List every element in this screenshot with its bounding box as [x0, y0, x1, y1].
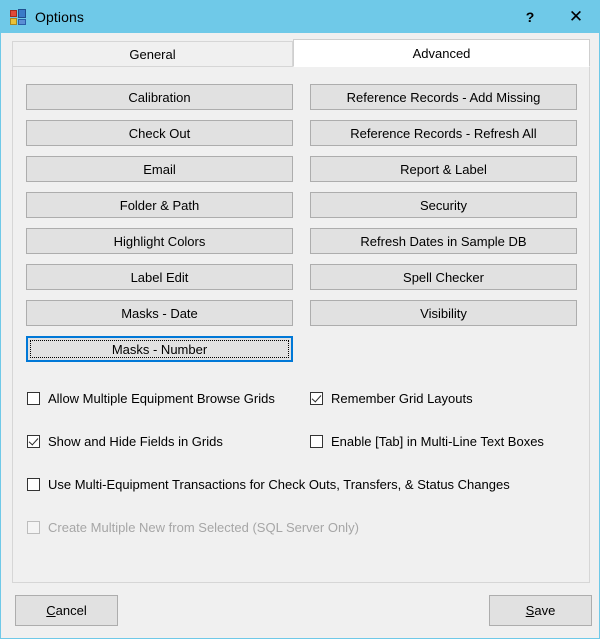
button-highlight-colors[interactable]: Highlight Colors	[26, 228, 293, 254]
checkbox-allow-multiple-equipment-browse-grids[interactable]: Allow Multiple Equipment Browse Grids	[27, 391, 275, 406]
help-button[interactable]: ?	[507, 1, 553, 33]
checkbox-create-multiple-new-from-selected: Create Multiple New from Selected (SQL S…	[27, 520, 359, 535]
button-masks-number[interactable]: Masks - Number	[26, 336, 293, 362]
checkbox-enable-tab-in-multi-line-text-boxes[interactable]: Enable [Tab] in Multi-Line Text Boxes	[310, 434, 544, 449]
button-refresh-dates-in-sample-db[interactable]: Refresh Dates in Sample DB	[310, 228, 577, 254]
checkbox-box[interactable]	[27, 478, 40, 491]
button-masks-number-label: Masks - Number	[111, 341, 208, 357]
cancel-accelerator: C	[46, 603, 56, 618]
checkbox-box[interactable]	[310, 392, 323, 405]
button-folder-and-path[interactable]: Folder & Path	[26, 192, 293, 218]
checkbox-label: Create Multiple New from Selected (SQL S…	[48, 520, 359, 535]
tab-general[interactable]: General	[12, 41, 293, 67]
window-title: Options	[35, 9, 84, 25]
button-calibration[interactable]: Calibration	[26, 84, 293, 110]
checkbox-label: Remember Grid Layouts	[331, 391, 473, 406]
button-masks-date[interactable]: Masks - Date	[26, 300, 293, 326]
save-accelerator: S	[525, 603, 535, 618]
checkbox-label: Allow Multiple Equipment Browse Grids	[48, 391, 275, 406]
cancel-button[interactable]: Cancel	[15, 595, 118, 626]
checkbox-label: Show and Hide Fields in Grids	[48, 434, 223, 449]
checkbox-label: Enable [Tab] in Multi-Line Text Boxes	[331, 434, 544, 449]
advanced-tab-panel: Calibration Check Out Email Folder & Pat…	[12, 66, 590, 583]
button-security[interactable]: Security	[310, 192, 577, 218]
cancel-label-rest: ancel	[55, 603, 87, 618]
button-reference-records-add-missing[interactable]: Reference Records - Add Missing	[310, 84, 577, 110]
tab-advanced[interactable]: Advanced	[293, 39, 590, 67]
checkbox-box[interactable]	[310, 435, 323, 448]
save-label-rest: ave	[534, 603, 556, 618]
save-button[interactable]: Save	[489, 595, 592, 626]
close-icon[interactable]: ✕	[553, 1, 599, 33]
checkbox-box	[27, 521, 40, 534]
button-reference-records-refresh-all[interactable]: Reference Records - Refresh All	[310, 120, 577, 146]
button-label-edit[interactable]: Label Edit	[26, 264, 293, 290]
form-icon	[10, 9, 26, 25]
checkbox-box[interactable]	[27, 435, 40, 448]
button-check-out[interactable]: Check Out	[26, 120, 293, 146]
options-dialog-window: Options ? ✕ General Advanced Calibration…	[0, 0, 600, 639]
button-spell-checker[interactable]: Spell Checker	[310, 264, 577, 290]
checkbox-label: Use Multi-Equipment Transactions for Che…	[48, 477, 510, 492]
button-visibility[interactable]: Visibility	[310, 300, 577, 326]
tab-strip: General Advanced	[12, 39, 590, 67]
checkbox-show-and-hide-fields-in-grids[interactable]: Show and Hide Fields in Grids	[27, 434, 223, 449]
button-email[interactable]: Email	[26, 156, 293, 182]
title-bar: Options ? ✕	[1, 1, 599, 33]
checkbox-box[interactable]	[27, 392, 40, 405]
checkbox-use-multi-equipment-transactions[interactable]: Use Multi-Equipment Transactions for Che…	[27, 477, 510, 492]
checkbox-remember-grid-layouts[interactable]: Remember Grid Layouts	[310, 391, 473, 406]
button-report-and-label[interactable]: Report & Label	[310, 156, 577, 182]
